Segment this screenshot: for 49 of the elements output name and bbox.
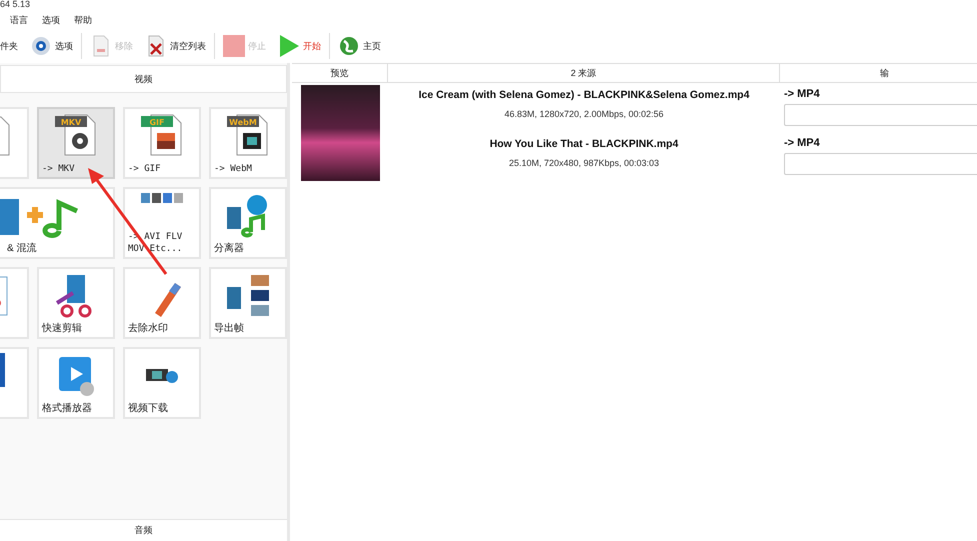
clear-button[interactable]: 清空列表	[141, 31, 210, 61]
tile-label: 去除水印	[128, 323, 169, 335]
input-field[interactable]	[784, 153, 977, 175]
play-icon	[278, 35, 300, 57]
column-header[interactable]: 2 来源	[388, 64, 780, 82]
output-format: -> MP4	[784, 88, 821, 100]
section-header: 音频	[0, 519, 287, 541]
tool-tile[interactable]: 格式播放器	[37, 347, 115, 419]
section-header: 视频	[0, 65, 287, 93]
input-field[interactable]	[784, 104, 977, 126]
menu-item[interactable]: 语言	[10, 14, 28, 26]
tile-label: & 混流	[6, 243, 38, 255]
tile-label: -> WebM	[214, 163, 253, 175]
menu-item[interactable]: 选项	[42, 14, 60, 26]
tool-tile[interactable]: & 混流	[0, 187, 115, 259]
tool-tile[interactable]: 分离器	[209, 187, 287, 259]
tool-tile[interactable]: 去除水印	[123, 267, 201, 339]
output-format: -> MP4	[784, 137, 821, 149]
folder-button[interactable]: 件夹	[0, 31, 22, 61]
tile-label: 格式播放器	[42, 403, 93, 415]
tile-label: 视频下载	[128, 403, 169, 415]
file-name: How You Like That - BLACKPINK.mp4	[490, 138, 678, 150]
home-button[interactable]: 主页	[334, 31, 385, 61]
tool-tile[interactable]: WebM -> WebM	[209, 107, 287, 179]
gear-icon	[30, 35, 52, 57]
tile-label: -> GIF	[128, 163, 162, 175]
window-title: 64 5.13	[0, 0, 32, 11]
file-info: 25.10M, 720x480, 987Kbps, 00:03:03	[508, 158, 660, 168]
file-info: 46.83M, 1280x720, 2.00Mbps, 00:02:56	[504, 109, 664, 119]
tool-tile[interactable]: 视频下载	[123, 347, 201, 419]
stop-icon	[223, 35, 245, 57]
tool-tile[interactable]: MKV -> MKV	[37, 107, 115, 179]
format-files-icon	[141, 193, 183, 203]
film-globe-icon	[146, 369, 178, 383]
column-header[interactable]: 输	[780, 64, 977, 82]
tile-label: -> MKV	[42, 163, 76, 175]
tool-tile[interactable]: GIF -> GIF	[123, 107, 201, 179]
tool-tile[interactable]: 快速剪辑	[37, 267, 115, 339]
globe-icon	[338, 35, 360, 57]
film-frames-icon	[225, 273, 271, 319]
tile-label: 导出帧	[214, 323, 245, 335]
tool-tile[interactable]: 导出帧	[209, 267, 287, 339]
options-button[interactable]: 选项	[26, 31, 77, 61]
tile-label: 分离器	[214, 243, 245, 255]
column-header[interactable]: 预览	[292, 64, 388, 82]
menu-item[interactable]: 帮助	[74, 14, 92, 26]
tile-label: 快速剪辑	[42, 323, 83, 335]
file-name: Ice Cream (with Selena Gomez) - BLACKPINK&Selena Gomez.mp4	[418, 89, 750, 101]
start-button[interactable]: 开始	[274, 31, 325, 61]
